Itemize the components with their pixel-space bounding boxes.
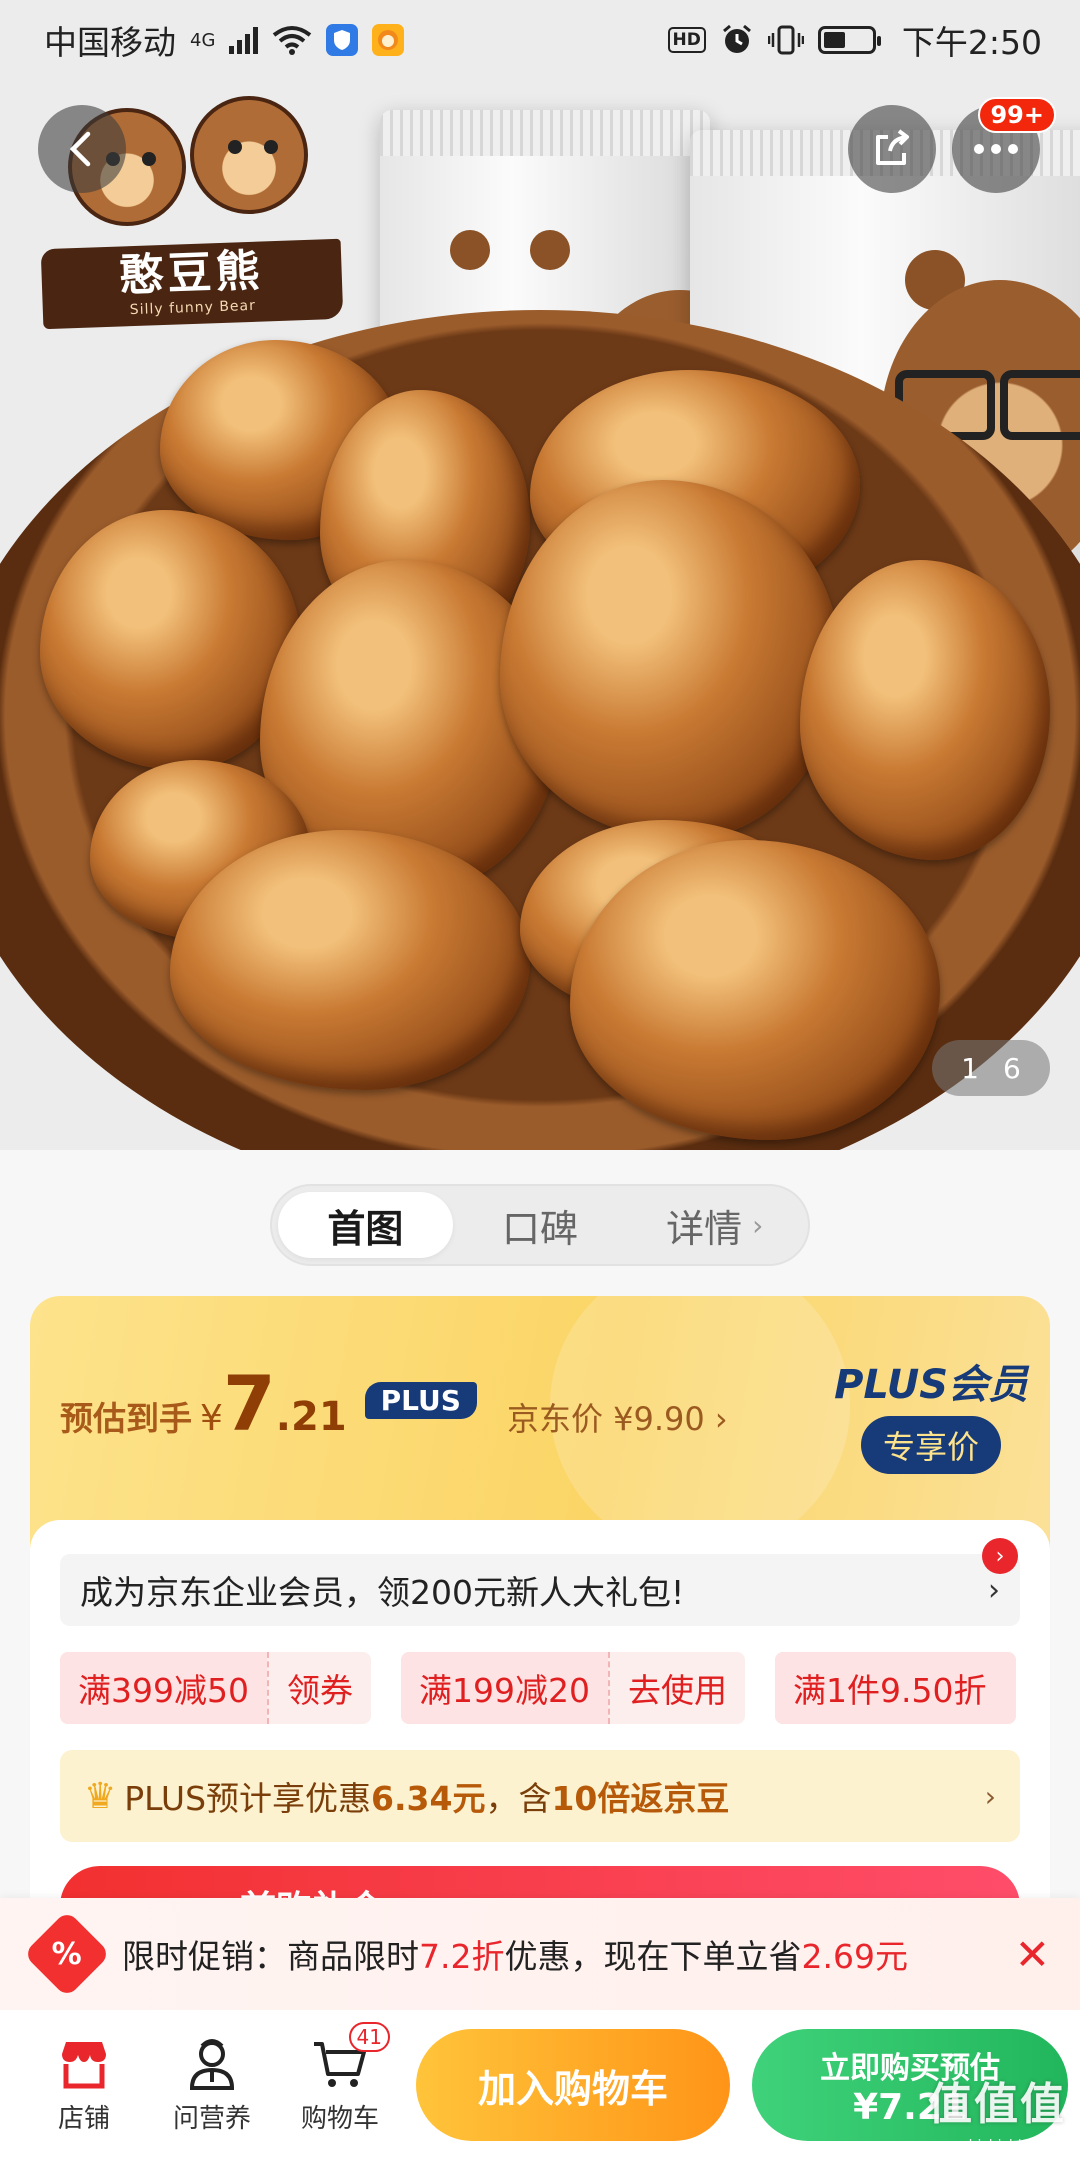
jd-price-link[interactable]: 京东价 ¥9.90 › <box>507 1394 728 1440</box>
brand-name: 憨豆熊 <box>118 245 265 302</box>
coupon-item[interactable]: 满199减20 去使用 <box>400 1652 745 1724</box>
coupon-more-button[interactable]: › <box>982 1538 1018 1574</box>
chevron-left-icon <box>69 131 91 167</box>
back-button[interactable] <box>38 105 126 193</box>
share-icon <box>876 129 909 165</box>
add-to-cart-button[interactable]: 加入购物车 <box>416 2029 730 2141</box>
lion-app-icon <box>372 24 405 56</box>
chevron-right-icon: › <box>984 1779 996 1813</box>
message-count-badge: 99+ <box>978 97 1056 133</box>
image-total: 6 <box>1003 1051 1021 1085</box>
site-watermark: 值值值 <box>928 2079 1066 2130</box>
plus-tag: PLUS <box>364 1381 477 1419</box>
crown-icon: ♛ <box>84 1775 117 1817</box>
wifi-icon <box>272 25 312 55</box>
enterprise-member-banner[interactable]: 成为京东企业会员，领200元新人大礼包! › <box>60 1554 1020 1626</box>
battery-icon <box>817 26 881 54</box>
share-button[interactable] <box>848 105 936 193</box>
shield-app-icon <box>326 24 359 56</box>
coupon-action[interactable]: 领券 <box>266 1652 371 1724</box>
network-type: 4G <box>190 29 216 51</box>
image-index: 1 <box>961 1051 979 1085</box>
estimated-price-label: 预估到手 <box>60 1399 192 1438</box>
price-decimal: .21 <box>275 1394 347 1440</box>
coupon-item[interactable]: 满1件9.50折 <box>774 1652 1017 1724</box>
status-bar: 中国移动 4G HD 下午2:50 <box>0 0 1080 80</box>
content-tabs: 首图 口碑 详情 › <box>270 1184 810 1266</box>
plus-member-promo[interactable]: PLUS会员 专享价 <box>834 1352 1028 1474</box>
tab-details[interactable]: 详情 › <box>627 1192 802 1258</box>
chevron-right-icon: › <box>995 1543 1005 1569</box>
clock: 下午2:50 <box>901 23 1042 62</box>
more-dots-icon <box>974 144 1018 154</box>
carrier-name: 中国移动 <box>44 23 176 62</box>
coupon-amount: 满1件9.50折 <box>774 1652 1017 1724</box>
alarm-icon <box>720 23 754 57</box>
limited-promotion-bar: % 限时促销：商品限时7.2折优惠，现在下单立省2.69元 ✕ <box>0 1898 1080 2010</box>
coupon-amount: 满199减20 <box>400 1652 608 1724</box>
enterprise-member-text: 成为京东企业会员，领200元新人大礼包! <box>80 1573 685 1612</box>
cart-icon: 41 <box>312 2021 390 2092</box>
chevron-right-icon: › <box>752 1208 764 1242</box>
tab-main-image[interactable]: 首图 <box>278 1192 453 1258</box>
discount-icon: % <box>23 1910 111 1998</box>
vibrate-icon <box>767 25 804 55</box>
plus-exclusive-price-button[interactable]: 专享价 <box>861 1416 1002 1474</box>
chevron-right-icon: › <box>988 1572 1000 1608</box>
bottom-action-bar: 店铺 问营养 41 购物车 加入购物车 立即购买预估 ¥7.21 值值值 zhi… <box>0 2010 1080 2160</box>
image-counter: 1 6 <box>932 1040 1050 1096</box>
hd-icon: HD <box>667 27 706 53</box>
tab-reviews[interactable]: 口碑 <box>453 1192 628 1258</box>
signal-icon <box>229 26 259 54</box>
close-icon[interactable]: ✕ <box>1015 1930 1050 1979</box>
estimated-price: 预估到手 ¥ 7 .21 PLUS 京东价 ¥9.90 › <box>60 1359 728 1448</box>
brand-subtitle: Silly funny Bear <box>129 297 257 319</box>
nutritionist-icon <box>184 2036 240 2092</box>
promotion-text: 限时促销：商品限时7.2折优惠，现在下单立省2.69元 <box>122 1937 908 1976</box>
coupon-amount: 满399减50 <box>60 1652 267 1724</box>
coupon-action[interactable]: 去使用 <box>607 1652 745 1724</box>
plus-benefit-text: PLUS预计享优惠6.34元，含10倍返京豆 <box>124 1779 730 1818</box>
store-label: 店铺 <box>57 2103 110 2134</box>
more-button[interactable]: 99+ <box>952 97 1056 193</box>
nutritionist-label: 问营养 <box>172 2103 251 2134</box>
cart-button[interactable]: 41 购物车 <box>276 2021 404 2135</box>
price-integer: 7 <box>222 1359 276 1448</box>
ask-nutritionist-button[interactable]: 问营养 <box>148 2036 276 2135</box>
store-icon <box>56 2036 112 2092</box>
cart-count-badge: 41 <box>348 2021 390 2052</box>
store-button[interactable]: 店铺 <box>20 2036 148 2135</box>
coupon-item[interactable]: 满399减50 领券 <box>60 1652 371 1724</box>
cart-label: 购物车 <box>300 2103 379 2134</box>
coupon-list: 满399减50 领券 满199减20 去使用 满1件9.50折 <box>60 1652 1050 1724</box>
plus-member-title: PLUS会员 <box>834 1362 1028 1408</box>
plus-benefit-row[interactable]: ♛ PLUS预计享优惠6.34元，含10倍返京豆 › <box>60 1750 1020 1842</box>
site-watermark-url: zhizhizhi.com <box>961 2138 1056 2154</box>
